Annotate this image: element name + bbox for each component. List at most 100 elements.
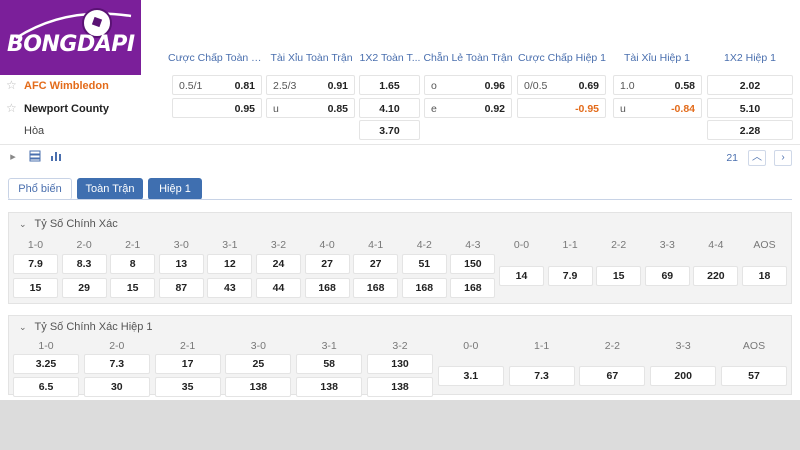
score-odd-cell[interactable]: 29 [61, 278, 107, 298]
logo-text: BONGDAPI [7, 32, 135, 57]
odd-cell[interactable]: u -0.84 [613, 98, 702, 118]
section-header[interactable]: ⌄ Tỷ Số Chính Xác Hiệp 1 [19, 321, 153, 333]
score-label: 3-2 [392, 340, 408, 352]
tab-popular[interactable]: Phổ biến [8, 178, 72, 200]
score-odd-cell[interactable]: 168 [304, 278, 350, 298]
score-label: AOS [742, 340, 766, 352]
divider [0, 144, 800, 145]
score-odd-cell[interactable]: 3.25 [13, 354, 79, 374]
score-label: 2-2 [604, 340, 620, 352]
score-odd-cell[interactable]: 58 [296, 354, 363, 374]
score-label: 1-1 [534, 340, 550, 352]
score-odd-cell[interactable]: 27 [304, 254, 350, 274]
score-odd-cell[interactable]: 13 [158, 254, 204, 274]
score-odd-cell[interactable]: 168 [401, 278, 447, 298]
score-odd-cell[interactable]: 138 [225, 377, 292, 397]
odd-cell[interactable]: 1.65 [359, 75, 420, 95]
score-odd-cell[interactable]: 27 [353, 254, 399, 274]
odd-line: u [620, 103, 626, 115]
favorite-star-icon[interactable]: ☆ [6, 78, 17, 92]
score-odd-cell[interactable]: 3.1 [437, 365, 504, 386]
market-header-1x2-ft: 1X2 Toàn T... [359, 52, 421, 64]
score-odd-cell[interactable]: 220 [693, 266, 739, 286]
score-label: 3-1 [222, 239, 238, 251]
score-odd-cell[interactable]: 168 [450, 278, 496, 298]
section-header[interactable]: ⌄ Tỷ Số Chính Xác [19, 218, 118, 230]
odd-cell[interactable]: 4.10 [359, 98, 420, 118]
score-odd-cell[interactable]: 7.9 [547, 266, 593, 286]
score-odd-cell[interactable]: 35 [154, 377, 221, 397]
odd-cell[interactable]: 5.10 [707, 98, 793, 118]
score-odd-cell[interactable]: 14 [499, 266, 544, 286]
match-odds-page: BONGDAPI Cược Chấp Toàn T... Tài Xỉu Toà… [0, 0, 800, 400]
odd-value: 0.95 [234, 103, 255, 115]
list-view-icon[interactable] [28, 150, 42, 164]
score-odd-cell[interactable]: 168 [353, 278, 399, 298]
score-odd-cell[interactable]: 7.3 [83, 354, 150, 374]
brand-logo[interactable]: BONGDAPI [0, 0, 141, 75]
score-odd-cell[interactable]: 87 [158, 278, 204, 298]
score-odd-cell[interactable]: 138 [367, 377, 433, 397]
odd-cell[interactable]: 3.70 [359, 120, 420, 140]
odd-cell[interactable]: 2.02 [707, 75, 793, 95]
score-label: 4-1 [368, 239, 384, 251]
score-odd-cell[interactable]: 24 [256, 254, 301, 274]
odd-cell[interactable]: 2.28 [707, 120, 793, 140]
score-label: 0-0 [513, 239, 530, 251]
odd-value: 0.69 [578, 80, 599, 92]
chevron-up-icon[interactable]: ︿ [748, 150, 766, 166]
score-odd-cell[interactable]: 8.3 [61, 254, 107, 274]
tab-full-match[interactable]: Toàn Trận [77, 178, 143, 200]
score-odd-cell[interactable]: 44 [256, 278, 301, 298]
score-odd-cell[interactable]: 67 [579, 365, 646, 386]
score-odd-cell[interactable]: 69 [644, 266, 690, 286]
score-odd-cell[interactable]: 15 [110, 278, 156, 298]
odd-cell[interactable]: u 0.85 [266, 98, 355, 118]
score-odd-cell[interactable]: 25 [225, 354, 292, 374]
odd-line: u [273, 103, 279, 115]
market-header-handicap-h1: Cược Chấp Hiệp 1 [517, 52, 607, 64]
score-odd-cell[interactable]: 17 [154, 354, 221, 374]
score-label: 0-0 [463, 340, 479, 352]
score-odd-cell[interactable]: 57 [721, 365, 787, 386]
score-odd-cell[interactable]: 15 [596, 266, 642, 286]
odd-value: 0.92 [484, 103, 505, 115]
score-odd-cell[interactable]: 7.3 [508, 365, 575, 386]
section-title: Tỷ Số Chính Xác [34, 218, 118, 230]
odd-value: 3.70 [379, 125, 400, 137]
score-odd-cell[interactable]: 138 [296, 377, 363, 397]
odd-line: 0/0.5 [524, 80, 548, 92]
play-icon[interactable]: ▸ [6, 150, 20, 164]
score-odd-cell[interactable]: 200 [650, 365, 717, 386]
odd-cell[interactable]: 1.0 0.58 [613, 75, 702, 95]
odd-cell[interactable]: 0.5/1 0.81 [172, 75, 262, 95]
score-odd-cell[interactable]: 130 [367, 354, 433, 374]
odd-cell[interactable]: 0.95 [172, 98, 262, 118]
score-odd-cell[interactable]: 18 [742, 266, 787, 286]
score-odd-cell[interactable]: 7.9 [13, 254, 58, 274]
score-label: 2-0 [76, 239, 92, 251]
odd-cell[interactable]: e 0.92 [424, 98, 512, 118]
bar-chart-icon[interactable] [49, 150, 63, 164]
favorite-star-icon[interactable]: ☆ [6, 101, 17, 115]
score-odd-cell[interactable]: 30 [83, 377, 150, 397]
score-odd-cell[interactable]: 8 [110, 254, 156, 274]
score-odd-cell[interactable]: 6.5 [13, 377, 79, 397]
odd-cell[interactable]: 0/0.5 0.69 [517, 75, 606, 95]
odd-cell[interactable]: 2.5/3 0.91 [266, 75, 355, 95]
tab-underline [8, 199, 792, 200]
score-label: 3-3 [659, 239, 675, 251]
score-odd-cell[interactable]: 12 [207, 254, 253, 274]
score-odd-cell[interactable]: 43 [207, 278, 253, 298]
score-label: AOS [753, 239, 776, 251]
odd-cell[interactable]: o 0.96 [424, 75, 512, 95]
score-odd-cell[interactable]: 150 [450, 254, 496, 274]
tab-first-half[interactable]: Hiệp 1 [148, 178, 202, 200]
score-label: 1-0 [27, 239, 44, 251]
score-label: 3-0 [173, 239, 189, 251]
score-odd-cell[interactable]: 51 [401, 254, 447, 274]
odd-cell[interactable]: -0.95 [517, 98, 606, 118]
score-label: 4-3 [465, 239, 481, 251]
chevron-right-icon[interactable]: › [774, 150, 792, 166]
score-odd-cell[interactable]: 15 [13, 278, 58, 298]
